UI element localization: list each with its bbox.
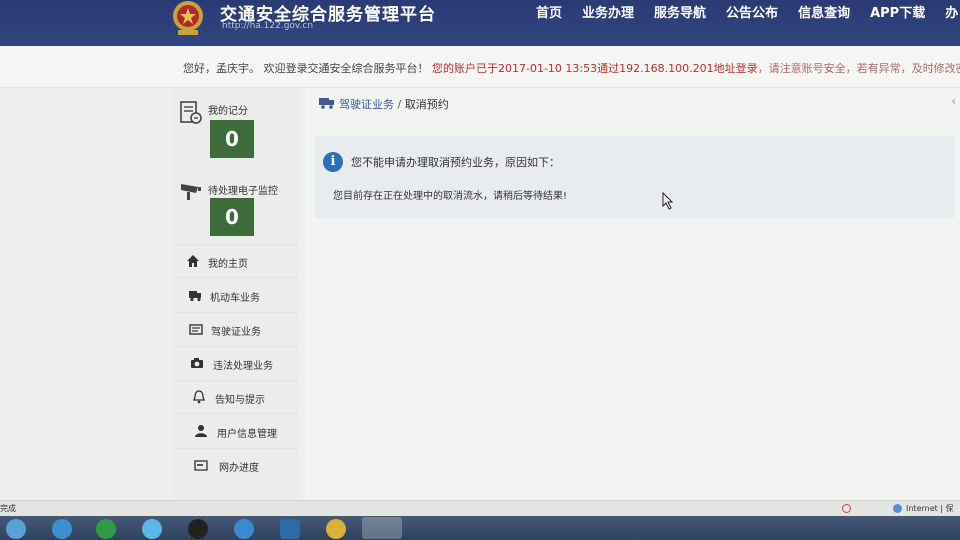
welcome-bar: 您好，孟庆宇。 欢迎登录交通安全综合服务平台！ 您的账户已于2017-01-10… bbox=[0, 46, 960, 88]
sidebar: 我的记分 0 待处理电子监控 0 我的主页 机动车业务 驾驶证业务 违法处理业务… bbox=[172, 88, 298, 510]
pending-monitor-value: 0 bbox=[210, 198, 254, 236]
main-content: 驾驶证业务 / 取消预约 ‹ i 您不能申请办理取消预约业务，原因如下： 您目前… bbox=[305, 88, 960, 510]
truck-icon bbox=[319, 98, 334, 109]
alert-title: 您不能申请办理取消预约业务，原因如下： bbox=[351, 156, 560, 169]
status-text: 完成 bbox=[0, 504, 16, 513]
main-nav: 首页 业务办理 服务导航 公告公布 信息查询 APP下载 办 bbox=[536, 2, 960, 21]
sidebar-item-label: 告知与提示 bbox=[215, 395, 265, 406]
sidebar-item-label: 驾驶证业务 bbox=[211, 327, 261, 338]
browser-icon[interactable] bbox=[96, 519, 116, 539]
sidebar-item-home[interactable]: 我的主页 bbox=[172, 244, 298, 278]
my-score-panel[interactable]: 我的记分 0 bbox=[172, 92, 298, 170]
info-alert: i 您不能申请办理取消预约业务，原因如下： 您目前存在正在处理中的取消流水，请稍… bbox=[315, 136, 955, 218]
chrome-like-icon[interactable] bbox=[326, 519, 346, 539]
sidebar-item-label: 用户信息管理 bbox=[217, 429, 277, 440]
breadcrumb-section[interactable]: 驾驶证业务 bbox=[339, 98, 394, 111]
site-url: http://ha.122.gov.cn bbox=[222, 21, 314, 31]
media-player-icon[interactable] bbox=[280, 519, 300, 539]
breadcrumb-current: 取消预约 bbox=[404, 98, 449, 111]
mouse-cursor-icon bbox=[662, 192, 674, 210]
info-icon: i bbox=[323, 152, 343, 172]
browser-status-bar: 完成 Internet | 保 bbox=[0, 500, 960, 516]
user-icon bbox=[195, 425, 207, 437]
home-icon bbox=[187, 255, 199, 267]
police-emblem-icon bbox=[173, 1, 203, 35]
sidebar-item-vehicle[interactable]: 机动车业务 bbox=[172, 278, 298, 312]
breadcrumb-separator: / bbox=[397, 98, 402, 111]
protected-mode-icon bbox=[842, 504, 851, 513]
alert-message: 您目前存在正在处理中的取消流水，请稍后等待结果! bbox=[333, 191, 568, 202]
sidebar-item-notices[interactable]: 告知与提示 bbox=[172, 380, 298, 414]
my-score-label: 我的记分 bbox=[208, 106, 248, 117]
nav-business[interactable]: 业务办理 bbox=[582, 2, 634, 21]
sidebar-item-user-info[interactable]: 用户信息管理 bbox=[172, 414, 298, 448]
id-card-icon bbox=[189, 324, 203, 335]
sidebar-item-label: 我的主页 bbox=[208, 259, 248, 270]
sidebar-item-label: 机动车业务 bbox=[210, 293, 260, 304]
explorer-icon[interactable] bbox=[52, 519, 72, 539]
taskbar bbox=[0, 516, 960, 540]
nav-home[interactable]: 首页 bbox=[536, 2, 562, 21]
welcome-greeting: 您好，孟庆宇。 欢迎登录交通安全综合服务平台！ bbox=[183, 62, 429, 75]
sidebar-item-label: 违法处理业务 bbox=[213, 361, 273, 372]
nav-more[interactable]: 办 bbox=[945, 2, 958, 21]
sidebar-item-license[interactable]: 驾驶证业务 bbox=[172, 312, 298, 346]
sidebar-item-violation[interactable]: 违法处理业务 bbox=[172, 346, 298, 380]
qq-penguin-icon[interactable] bbox=[188, 519, 208, 539]
surveillance-camera-icon bbox=[181, 184, 201, 200]
bell-icon bbox=[193, 390, 205, 404]
chevron-left-icon[interactable]: ‹ bbox=[951, 94, 956, 108]
site-header: 交通安全综合服务管理平台 http://ha.122.gov.cn 首页 业务办… bbox=[0, 0, 960, 46]
pending-monitor-label: 待处理电子监控 bbox=[208, 186, 278, 197]
score-document-icon bbox=[180, 101, 202, 124]
breadcrumb: 驾驶证业务 / 取消预约 bbox=[339, 96, 449, 112]
pending-monitor-panel[interactable]: 待处理电子监控 0 bbox=[172, 172, 298, 250]
ie-active-window-icon[interactable] bbox=[362, 517, 402, 539]
bird-app-icon[interactable] bbox=[234, 519, 254, 539]
camera-icon bbox=[191, 358, 203, 368]
globe-icon bbox=[893, 504, 902, 513]
security-advice: ，请注意账号安全，若有异常，及时修改密码 bbox=[757, 62, 960, 75]
login-notice: 您的账户已于2017-01-10 13:53通过192.168.100.201地… bbox=[432, 62, 758, 75]
security-zone[interactable]: Internet | 保 bbox=[906, 503, 954, 514]
truck-icon bbox=[189, 291, 201, 302]
ie-shortcut-icon[interactable] bbox=[142, 519, 162, 539]
my-score-value: 0 bbox=[210, 120, 254, 158]
nav-service-guide[interactable]: 服务导航 bbox=[654, 2, 706, 21]
nav-app-download[interactable]: APP下载 bbox=[870, 2, 925, 21]
nav-announcements[interactable]: 公告公布 bbox=[726, 2, 778, 21]
start-button-icon[interactable] bbox=[6, 519, 26, 539]
nav-info-query[interactable]: 信息查询 bbox=[798, 2, 850, 21]
sidebar-item-label: 网办进度 bbox=[219, 463, 259, 474]
sidebar-item-progress[interactable]: 网办进度 bbox=[172, 448, 298, 482]
progress-icon bbox=[194, 460, 208, 471]
welcome-text: 您好，孟庆宇。 欢迎登录交通安全综合服务平台！ 您的账户已于2017-01-10… bbox=[183, 60, 960, 76]
